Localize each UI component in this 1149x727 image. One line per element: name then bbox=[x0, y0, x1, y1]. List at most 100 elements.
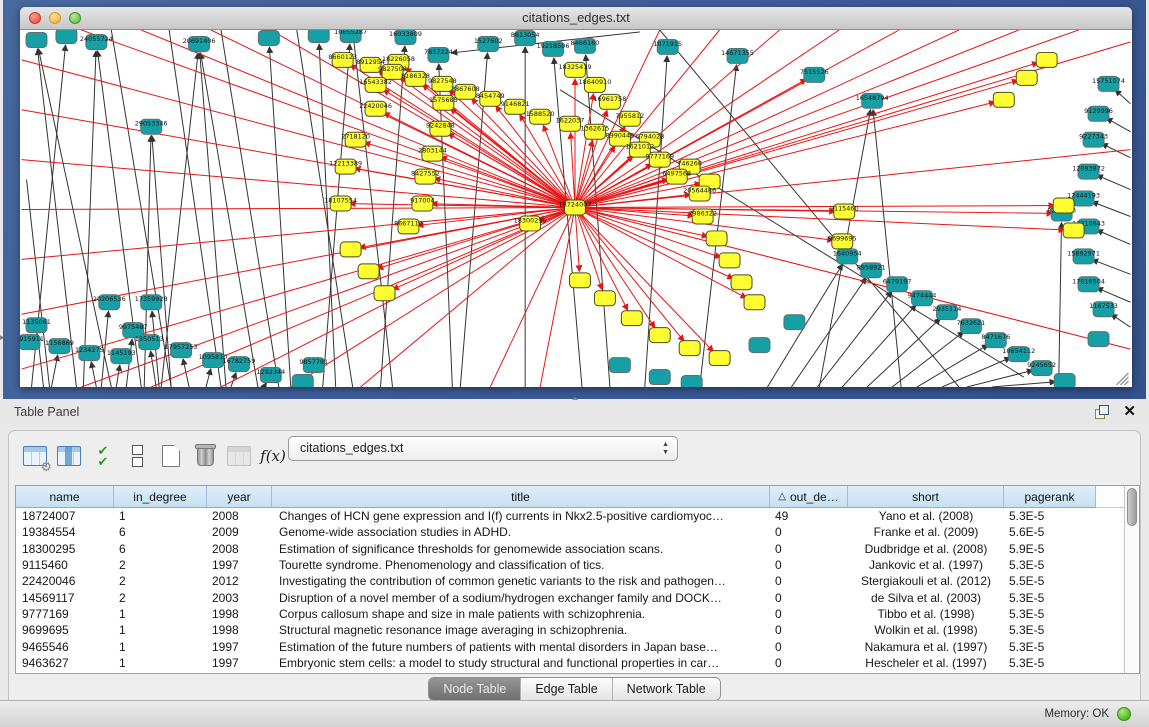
graph-node[interactable]: 9115460 bbox=[830, 204, 859, 219]
graph-node[interactable] bbox=[1063, 223, 1084, 238]
table-row[interactable]: 969969511998Structural magnetic resonanc… bbox=[16, 622, 1124, 638]
table-row[interactable]: 1872400712008Changes of HCN gene express… bbox=[16, 508, 1124, 524]
graph-node[interactable] bbox=[340, 242, 361, 257]
graph-node[interactable]: 7955812 bbox=[615, 111, 644, 126]
graph-node[interactable]: 2718120 bbox=[341, 132, 370, 147]
graph-node[interactable]: 7632621 bbox=[956, 319, 985, 334]
graph-node[interactable]: 8813054 bbox=[511, 30, 540, 45]
column-header-out_de[interactable]: △out_de… bbox=[770, 486, 848, 508]
graph-node[interactable]: 14671355 bbox=[721, 48, 754, 63]
network-canvas[interactable]: 2405572420691406106552871603380978572241… bbox=[20, 30, 1132, 387]
network-table-select[interactable]: citations_edges.txt ▲▼ bbox=[288, 436, 678, 461]
tab-node-table[interactable]: Node Table bbox=[429, 678, 521, 700]
graph-node[interactable]: 3915911 bbox=[20, 335, 44, 350]
graph-node[interactable] bbox=[1036, 52, 1057, 67]
select-columns-icon[interactable]: ✔✔ bbox=[87, 441, 119, 471]
graph-node[interactable]: 9857791 bbox=[299, 358, 328, 373]
graph-node[interactable]: 1292344 bbox=[256, 368, 285, 383]
column-header-title[interactable]: title bbox=[272, 486, 770, 508]
graph-node[interactable]: 10655287 bbox=[334, 30, 367, 42]
graph-node[interactable]: 1156869 bbox=[45, 339, 74, 354]
graph-node[interactable]: 9699695 bbox=[828, 234, 857, 249]
graph-node[interactable] bbox=[1016, 70, 1037, 85]
graph-node[interactable]: 1071915 bbox=[653, 39, 682, 54]
graph-node[interactable] bbox=[649, 370, 670, 385]
graph-node[interactable] bbox=[609, 358, 630, 373]
new-column-icon[interactable] bbox=[155, 441, 187, 471]
graph-node[interactable]: 15751074 bbox=[1092, 76, 1125, 91]
graph-node[interactable] bbox=[594, 291, 615, 306]
graph-node[interactable] bbox=[679, 341, 700, 356]
graph-node[interactable]: 20206536 bbox=[93, 295, 126, 310]
graph-node[interactable]: 18640910 bbox=[578, 77, 611, 92]
graph-node[interactable]: 8427552 bbox=[411, 169, 440, 184]
column-header-year[interactable]: year bbox=[207, 486, 272, 508]
graph-node[interactable]: 8958921 bbox=[857, 263, 886, 278]
column-header-name[interactable]: name bbox=[16, 486, 114, 508]
column-header-short[interactable]: short bbox=[848, 486, 1004, 508]
graph-node[interactable] bbox=[749, 338, 770, 353]
table-row[interactable]: 1456911722003Disruption of a novel membe… bbox=[16, 589, 1124, 605]
graph-node[interactable]: 7857224 bbox=[424, 47, 453, 62]
graph-node[interactable]: 1350513 bbox=[135, 335, 164, 350]
graph-node[interactable] bbox=[56, 30, 77, 43]
graph-node[interactable] bbox=[374, 286, 395, 301]
graph-node[interactable]: 16782759 bbox=[222, 357, 255, 372]
row-height-icon[interactable] bbox=[121, 441, 153, 471]
memory-status-indicator[interactable] bbox=[1117, 707, 1131, 721]
table-row[interactable]: 911546021997Tourette syndrome. Phenomeno… bbox=[16, 557, 1124, 573]
graph-node[interactable]: 29053346 bbox=[135, 119, 168, 134]
graph-node[interactable]: 16961758 bbox=[593, 94, 626, 109]
table-scrollbar[interactable] bbox=[1124, 486, 1139, 673]
table-row[interactable]: 2242004622012Investigating the contribut… bbox=[16, 573, 1124, 589]
graph-node[interactable]: 9242848 bbox=[426, 121, 455, 136]
table-row[interactable]: 946554611997Estimation of the future num… bbox=[16, 638, 1124, 654]
graph-node[interactable]: 16543382 bbox=[359, 77, 392, 92]
graph-node[interactable]: 1167533 bbox=[1089, 302, 1118, 317]
graph-node[interactable] bbox=[26, 32, 47, 47]
graph-node[interactable]: 19218506 bbox=[537, 41, 570, 56]
resize-grip[interactable] bbox=[1116, 373, 1128, 385]
column-header-pagerank[interactable]: pagerank bbox=[1004, 486, 1096, 508]
graph-node[interactable] bbox=[258, 30, 279, 45]
graph-node[interactable]: 24055724 bbox=[80, 34, 113, 49]
graph-node[interactable]: 8471676 bbox=[981, 333, 1010, 348]
graph-node[interactable]: 16033809 bbox=[389, 30, 422, 44]
graph-node[interactable] bbox=[706, 231, 727, 246]
graph-node[interactable]: 1640954 bbox=[833, 249, 862, 264]
float-panel-icon[interactable] bbox=[1095, 405, 1109, 419]
graph-node[interactable]: 12213389 bbox=[329, 159, 362, 174]
graph-node[interactable] bbox=[358, 264, 379, 279]
graph-node[interactable] bbox=[744, 295, 765, 310]
graph-node[interactable]: 1135061 bbox=[22, 318, 51, 333]
graph-node[interactable] bbox=[649, 328, 670, 343]
graph-node[interactable]: 8186328 bbox=[401, 71, 430, 86]
graph-node[interactable]: 6497568 bbox=[662, 169, 691, 184]
column-header-in_degree[interactable]: in_degree bbox=[114, 486, 207, 508]
graph-node[interactable]: 7515526 bbox=[800, 67, 829, 82]
graph-node[interactable] bbox=[308, 30, 329, 42]
graph-node[interactable]: 9474444 bbox=[908, 291, 937, 306]
graph-node[interactable]: 9777169 bbox=[645, 152, 674, 167]
graph-node[interactable]: 8466160 bbox=[571, 38, 600, 53]
graph-node[interactable]: 1588520 bbox=[526, 109, 555, 124]
graph-node[interactable] bbox=[621, 311, 642, 326]
tab-network-table[interactable]: Network Table bbox=[613, 678, 720, 700]
graph-node[interactable]: 1575685 bbox=[429, 95, 458, 110]
graph-node[interactable]: 1145193 bbox=[107, 349, 136, 364]
graph-node[interactable]: 15892971 bbox=[1067, 249, 1100, 264]
graph-node[interactable]: 7986322 bbox=[688, 209, 717, 224]
graph-node[interactable]: 17359928 bbox=[135, 295, 168, 310]
table-mode-icon[interactable]: ⚙ bbox=[19, 441, 51, 471]
graph-node[interactable] bbox=[570, 273, 591, 288]
graph-node[interactable] bbox=[1053, 198, 1074, 213]
graph-node[interactable] bbox=[292, 375, 313, 387]
graph-node[interactable] bbox=[1054, 374, 1075, 387]
graph-node[interactable]: 8667110 bbox=[394, 219, 423, 234]
graph-node[interactable]: 9227343 bbox=[1079, 132, 1108, 147]
graph-node[interactable]: 16548794 bbox=[856, 93, 889, 108]
graph-node[interactable]: 1527602 bbox=[474, 36, 503, 51]
graph-node[interactable] bbox=[1088, 332, 1109, 347]
graph-node[interactable] bbox=[784, 315, 805, 330]
graph-node[interactable]: 9129996 bbox=[1084, 106, 1113, 121]
